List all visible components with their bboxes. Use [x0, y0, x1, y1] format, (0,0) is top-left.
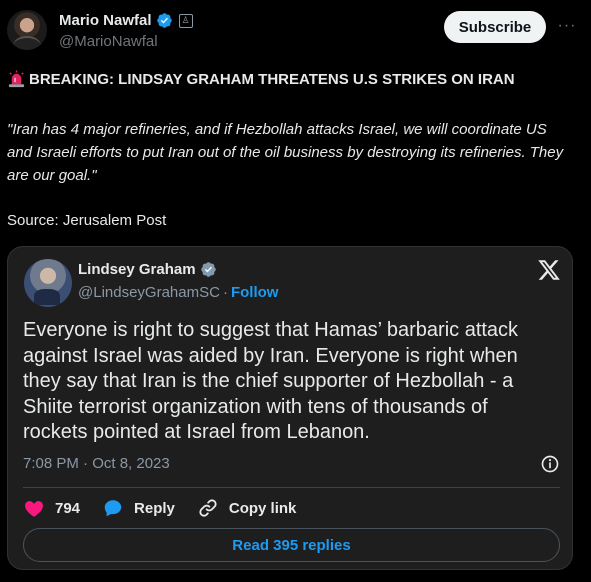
- embedded-author-name-row: Lindsey Graham: [78, 261, 217, 278]
- read-replies-button[interactable]: Read 395 replies: [23, 528, 560, 562]
- heart-icon: [25, 501, 43, 517]
- government-verified-icon: [200, 262, 216, 277]
- reply-label: Reply: [134, 499, 175, 517]
- reply-bubble-icon: [104, 500, 122, 517]
- link-icon: [199, 499, 217, 517]
- author-name-row: Mario Nawfal ♙: [59, 12, 193, 29]
- like-count: 794: [55, 499, 81, 517]
- like-button[interactable]: 794: [23, 497, 80, 519]
- reply-button[interactable]: Reply: [102, 497, 175, 519]
- embedded-post-card[interactable]: Lindsey Graham @LindseyGrahamSC · Follow E…: [7, 246, 573, 570]
- subscribe-button[interactable]: Subscribe: [444, 11, 546, 43]
- embedded-post-text: Everyone is right to suggest that Hamas’…: [23, 319, 519, 443]
- info-icon[interactable]: [540, 454, 560, 474]
- author-avatar[interactable]: [7, 10, 47, 50]
- verified-badge-icon: [156, 13, 172, 28]
- embedded-author-handle[interactable]: @LindseyGrahamSC: [78, 284, 220, 301]
- card-divider: [23, 487, 560, 488]
- follow-link[interactable]: Follow: [231, 284, 279, 301]
- embedded-handle-row: @LindseyGrahamSC · Follow: [78, 284, 278, 301]
- post-headline: BREAKING: LINDSAY GRAHAM THREATENS U.S S…: [29, 71, 515, 88]
- copy-link-button[interactable]: Copy link: [197, 497, 297, 519]
- author-handle[interactable]: @MarioNawfal: [59, 33, 158, 50]
- post-quote: "Iran has 4 major refineries, and if Hez…: [7, 121, 564, 184]
- post-source: Source: Jerusalem Post: [7, 212, 167, 229]
- separator-dot: ·: [222, 284, 228, 301]
- affiliation-badge-icon: ♙: [178, 13, 193, 28]
- post-headline-row: BREAKING: LINDSAY GRAHAM THREATENS U.S S…: [7, 70, 515, 89]
- embedded-post-actions: 794 Reply Copy link: [23, 497, 318, 519]
- embedded-post-timestamp[interactable]: 7:08 PM · Oct 8, 2023: [23, 455, 170, 472]
- x-logo-icon[interactable]: [537, 258, 561, 282]
- author-display-name[interactable]: Mario Nawfal: [59, 12, 152, 29]
- post-header: Mario Nawfal ♙ @MarioNawfal Subscribe ··…: [7, 10, 584, 54]
- embedded-author-avatar[interactable]: [24, 259, 72, 307]
- embedded-author-name[interactable]: Lindsey Graham: [78, 261, 196, 278]
- copy-link-label: Copy link: [228, 499, 297, 517]
- siren-icon: [8, 70, 25, 88]
- more-options-icon[interactable]: ···: [555, 14, 579, 38]
